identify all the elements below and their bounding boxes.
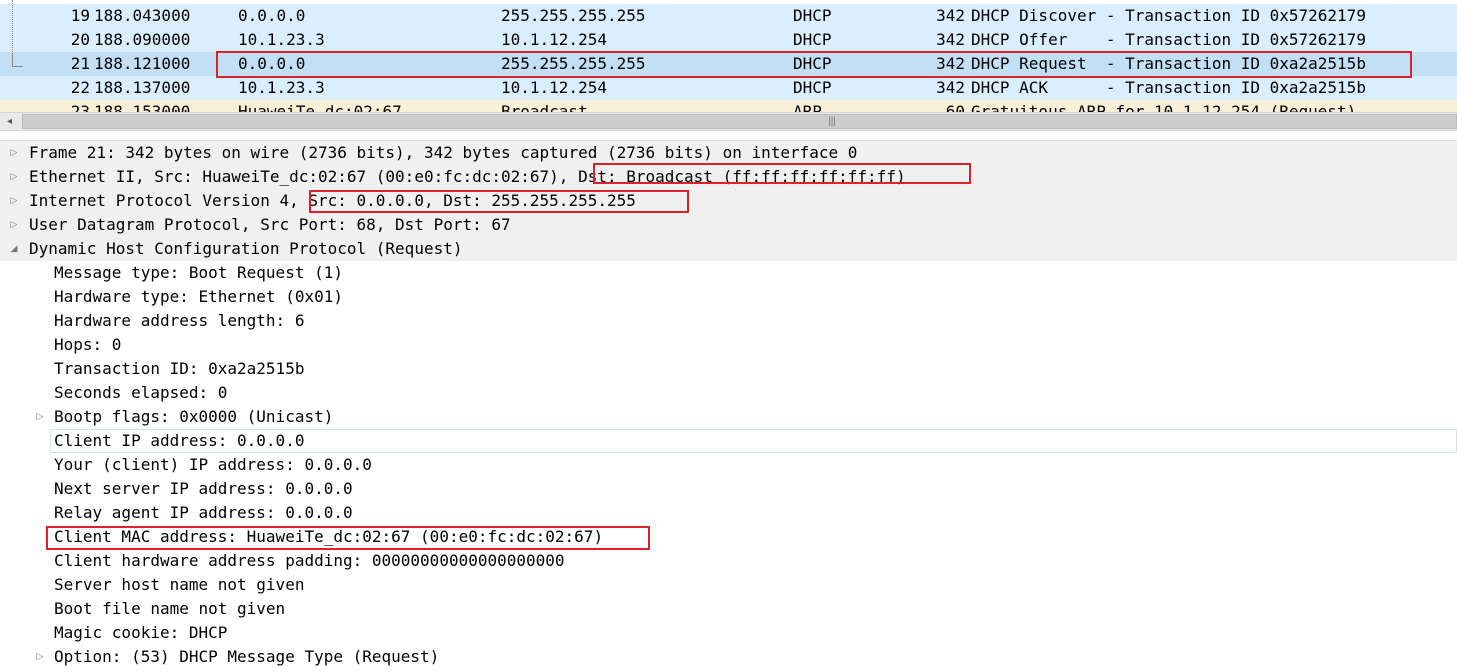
scrollbar-thumb[interactable]: |||: [22, 114, 1457, 129]
packet-number: 20: [70, 30, 90, 49]
scroll-left-arrow-icon[interactable]: ◂: [0, 113, 19, 130]
tree-item-text: Dynamic Host Configuration Protocol (Req…: [29, 239, 463, 258]
tree-item-text: Your (client) IP address: 0.0.0.0: [54, 455, 372, 474]
packet-row[interactable]: 22 188.137000 10.1.23.3 10.1.12.254 DHCP 342 D…: [0, 76, 1457, 100]
packet-time: 188.121000: [94, 54, 191, 73]
packet-row[interactable]: 20 188.090000 10.1.23.3 10.1.12.254 DHCP 342 D…: [0, 28, 1457, 52]
tree-item-text: Next server IP address: 0.0.0.0: [54, 479, 353, 498]
packet-length: 60: [945, 102, 965, 113]
tree-item-text: Seconds elapsed: 0: [54, 383, 228, 402]
tree-item-text: Client hardware address padding: 0000000…: [54, 551, 565, 570]
tree-item-text: Magic cookie: DHCP: [54, 623, 228, 642]
highlight-box-client-mac: [46, 526, 650, 550]
protocol-tree-item[interactable]: ◢ Dynamic Host Configuration Protocol (Re…: [0, 237, 1457, 261]
packet-source: 0.0.0.0: [238, 6, 306, 25]
tree-item-text: Server host name not given: [54, 575, 305, 594]
tree-item-text: Hardware address length: 6: [54, 311, 305, 330]
field-tree-item[interactable]: Magic cookie: DHCP: [0, 621, 1457, 645]
collapse-arrow-icon[interactable]: ◢: [8, 243, 20, 255]
field-tree-item[interactable]: Seconds elapsed: 0: [0, 381, 1457, 405]
field-tree-item[interactable]: Server host name not given: [0, 573, 1457, 597]
packet-length: 342: [936, 30, 965, 49]
packet-length: 342: [936, 78, 965, 97]
packet-destination: 10.1.12.254: [501, 78, 607, 97]
packet-row[interactable]: 19 188.043000 0.0.0.0 255.255.255.255 DHCP 34…: [0, 4, 1457, 28]
field-tree-item[interactable]: Hardware type: Ethernet (0x01): [0, 285, 1457, 309]
packet-info: DHCP Discover - Transaction ID 0x5726217…: [971, 6, 1366, 25]
highlight-box-eth-dst: [593, 163, 971, 184]
field-tree-item[interactable]: Relay agent IP address: 0.0.0.0: [0, 501, 1457, 525]
tree-item-text: Transaction ID: 0xa2a2515b: [54, 359, 305, 378]
packet-destination: 255.255.255.255: [501, 6, 646, 25]
packet-info: Gratuitous ARP for 10.1.12.254 (Request): [971, 102, 1357, 113]
field-tree-item[interactable]: Client IP address: 0.0.0.0: [50, 429, 1457, 453]
packet-protocol: ARP: [793, 102, 822, 113]
tree-item-text: User Datagram Protocol, Src Port: 68, Ds…: [29, 215, 511, 234]
highlight-box-ip-src-dst: [309, 190, 689, 213]
field-tree-item[interactable]: Next server IP address: 0.0.0.0: [0, 477, 1457, 501]
tree-item-text: Frame 21: 342 bytes on wire (2736 bits),…: [29, 143, 858, 162]
packet-time: 188.043000: [94, 6, 191, 25]
packet-source: HuaweiTe_dc:02:67: [238, 102, 402, 113]
packet-source: 10.1.23.3: [238, 30, 325, 49]
packet-protocol: DHCP: [793, 6, 832, 25]
packet-number: 22: [70, 78, 90, 97]
packet-time: 188.153000: [94, 102, 191, 113]
packet-details-tree[interactable]: ▷ Frame 21: 342 bytes on wire (2736 bits)…: [0, 140, 1457, 672]
tree-item-text: Bootp flags: 0x0000 (Unicast): [54, 407, 334, 426]
packet-protocol: DHCP: [793, 30, 832, 49]
expand-arrow-icon[interactable]: ▷: [8, 147, 20, 159]
packet-destination: Broadcast: [501, 102, 588, 113]
tree-item-text: Hardware type: Ethernet (0x01): [54, 287, 343, 306]
expand-arrow-icon[interactable]: ▷: [34, 411, 46, 423]
packet-number: 19: [70, 6, 90, 25]
tree-item-text: Boot file name not given: [54, 599, 286, 618]
expand-arrow-icon[interactable]: ▷: [8, 171, 20, 183]
protocol-tree-item[interactable]: ▷ User Datagram Protocol, Src Port: 68, D…: [0, 213, 1457, 237]
highlight-box-request-row: [216, 51, 1412, 78]
field-tree-item[interactable]: ▷ Option: (53) DHCP Message Type (Request…: [0, 645, 1457, 669]
packet-row[interactable]: 23 188.153000 HuaweiTe_dc:02:67 Broadcast AR…: [0, 100, 1457, 112]
field-tree-item[interactable]: Hardware address length: 6: [0, 309, 1457, 333]
field-tree-item[interactable]: Boot file name not given: [0, 597, 1457, 621]
expand-arrow-icon[interactable]: ▷: [8, 195, 20, 207]
field-tree-item[interactable]: Transaction ID: 0xa2a2515b: [0, 357, 1457, 381]
scrollbar-grip-icon: |||: [828, 116, 836, 127]
packet-destination: 10.1.12.254: [501, 30, 607, 49]
packet-number: 21: [70, 54, 90, 73]
packet-time: 188.137000: [94, 78, 191, 97]
tree-item-text: Hops: 0: [54, 335, 122, 354]
packet-number: 23: [70, 102, 90, 113]
field-tree-item[interactable]: ▷ Bootp flags: 0x0000 (Unicast): [0, 405, 1457, 429]
packet-source: 10.1.23.3: [238, 78, 325, 97]
tree-item-text: Relay agent IP address: 0.0.0.0: [54, 503, 353, 522]
packet-protocol: DHCP: [793, 78, 832, 97]
packet-info: DHCP Offer - Transaction ID 0x57262179: [971, 30, 1366, 49]
packet-time: 188.090000: [94, 30, 191, 49]
related-packets-hook: [12, 54, 23, 67]
field-tree-item[interactable]: Hops: 0: [0, 333, 1457, 357]
tree-item-text: Option: (53) DHCP Message Type (Request): [54, 647, 440, 666]
expand-arrow-icon[interactable]: ▷: [8, 219, 20, 231]
tree-item-text: Client IP address: 0.0.0.0: [54, 431, 305, 450]
field-tree-item[interactable]: Client hardware address padding: 0000000…: [0, 549, 1457, 573]
field-tree-item[interactable]: Your (client) IP address: 0.0.0.0: [0, 453, 1457, 477]
expand-arrow-icon[interactable]: ▷: [34, 651, 46, 663]
tree-item-text: Message type: Boot Request (1): [54, 263, 343, 282]
packet-list-horizontal-scrollbar[interactable]: ◂ |||: [0, 112, 1457, 131]
packet-info: DHCP ACK - Transaction ID 0xa2a2515b: [971, 78, 1366, 97]
protocol-tree-item[interactable]: ▷ Internet Protocol Version 4, Src: 0.0.0…: [0, 189, 1457, 213]
packet-length: 342: [936, 6, 965, 25]
protocol-tree-item[interactable]: ▷ Frame 21: 342 bytes on wire (2736 bits)…: [0, 141, 1457, 165]
field-tree-item[interactable]: Message type: Boot Request (1): [0, 261, 1457, 285]
